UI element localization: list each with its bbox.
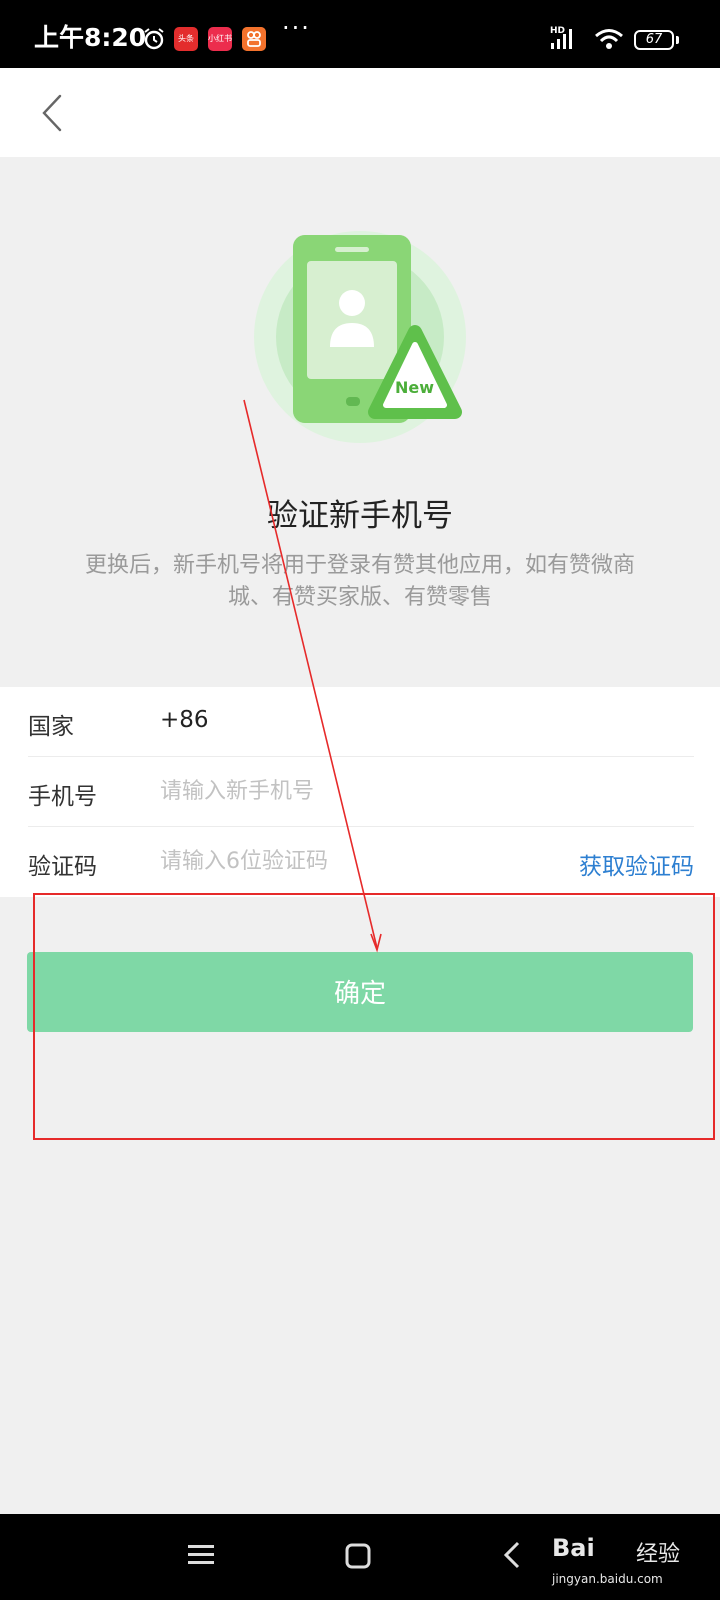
status-more-icon: ··· — [282, 14, 311, 42]
code-row: 验证码 获取验证码 — [28, 827, 694, 896]
home-icon[interactable] — [344, 1542, 372, 1570]
page-title: 验证新手机号 — [267, 498, 453, 534]
system-nav-bar: Bai 经验 jingyan.baidu.com — [0, 1514, 720, 1600]
toutiao-app-icon: 头条 — [174, 27, 198, 51]
country-row[interactable]: 国家 +86 — [28, 687, 694, 756]
watermark-brand: Bai — [552, 1534, 595, 1562]
annotation-highlight-box — [33, 893, 715, 1140]
phone-label: 手机号 — [28, 784, 97, 810]
status-bar: 上午8:20 头条 小红书 ··· HD 67 — [0, 0, 720, 68]
wifi-icon — [595, 29, 623, 49]
phone-row: 手机号 — [28, 757, 694, 826]
nav-back-icon[interactable] — [500, 1540, 524, 1570]
watermark-suffix: 经验 — [636, 1542, 681, 1567]
status-time: 上午8:20 — [34, 23, 147, 52]
page-description: 更换后，新手机号将用于登录有赞其他应用，如有赞微商城、有赞买家版、有赞零售 — [84, 553, 635, 610]
battery-tip — [676, 36, 679, 44]
watermark-url: jingyan.baidu.com — [552, 1572, 663, 1586]
country-code-value: +86 — [160, 707, 209, 733]
top-bar — [0, 68, 720, 157]
get-code-button[interactable]: 获取验证码 — [579, 847, 694, 881]
phone-illustration — [254, 231, 466, 443]
signal-icon — [551, 29, 572, 49]
back-button[interactable] — [36, 90, 76, 136]
country-label: 国家 — [28, 714, 74, 740]
code-label: 验证码 — [28, 854, 97, 880]
menu-icon[interactable] — [186, 1540, 216, 1570]
alarm-icon — [144, 28, 164, 50]
phone-form: 国家 +86 手机号 验证码 获取验证码 — [0, 687, 720, 897]
xiaohongshu-app-icon: 小红书 — [208, 27, 232, 51]
verification-code-input[interactable] — [160, 841, 520, 881]
new-badge-text: New — [395, 378, 435, 397]
phone-input[interactable] — [160, 771, 520, 811]
battery-indicator: 67 — [634, 30, 674, 50]
kuaishou-app-icon — [242, 27, 266, 51]
